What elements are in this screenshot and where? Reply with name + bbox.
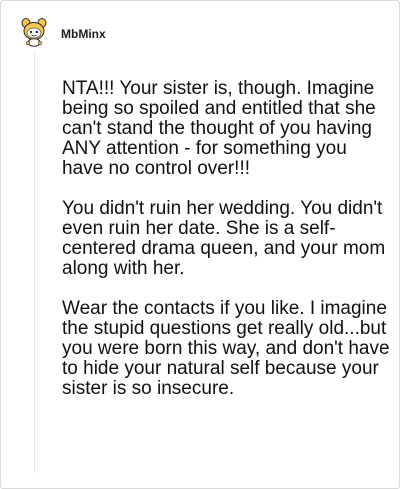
comment-card: MbMinx NTA!!! Your sister is, though. Im… <box>0 0 400 489</box>
comment-body: NTA!!! Your sister is, though. Imagine b… <box>62 79 392 419</box>
comment-paragraph: You didn't ruin her wedding. You didn't … <box>62 198 386 279</box>
comment-paragraph: NTA!!! Your sister is, though. Imagine b… <box>62 78 376 179</box>
comment-paragraph: Wear the contacts if you like. I imagine… <box>62 298 390 399</box>
thread-line[interactable] <box>34 53 35 473</box>
snoo-avatar-icon[interactable] <box>19 17 49 47</box>
comment-username[interactable]: MbMinx <box>61 27 106 41</box>
